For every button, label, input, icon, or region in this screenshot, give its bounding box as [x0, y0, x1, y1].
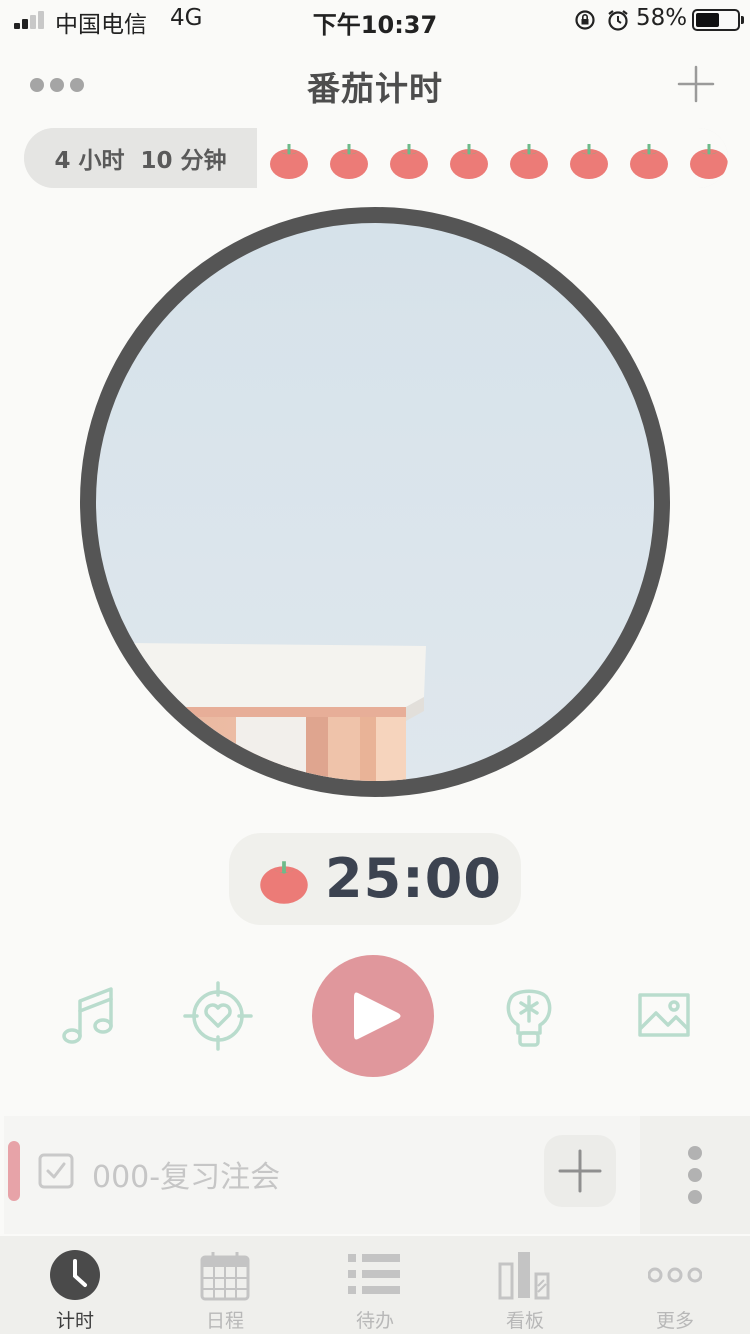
music-icon[interactable]	[56, 981, 126, 1051]
lock-rotation-alarm-icons	[575, 10, 628, 31]
task-color-marker	[8, 1141, 20, 1201]
tomato-icon	[630, 144, 668, 179]
battery-icon	[692, 9, 744, 31]
focus-target-icon[interactable]	[183, 981, 253, 1051]
tab-label: 更多	[655, 1310, 694, 1332]
building-photo	[126, 643, 426, 781]
tomato-icon	[260, 861, 308, 904]
tomato-icon	[390, 144, 428, 179]
tomato-icon	[330, 144, 368, 179]
play-icon	[354, 992, 401, 1040]
page-title: 番茄计时	[307, 69, 443, 108]
tab-label: 日程	[205, 1310, 244, 1332]
current-task-bar[interactable]: 000-复习注会	[4, 1116, 640, 1234]
timer-background-circle[interactable]	[80, 207, 670, 797]
tomato-icon	[570, 144, 608, 179]
more-dots-icon	[648, 1267, 702, 1283]
plus-icon[interactable]	[676, 64, 716, 104]
total-focus-time: 4 小时 10 分钟	[24, 128, 257, 188]
tab-board[interactable]: 看板	[450, 1236, 600, 1334]
add-task-button[interactable]	[544, 1135, 616, 1207]
tab-label: 待办	[355, 1310, 394, 1332]
countdown-time: 25:00	[325, 847, 502, 910]
tomato-icon	[270, 144, 308, 179]
calendar-icon	[200, 1252, 250, 1301]
tab-more[interactable]: 更多	[600, 1236, 750, 1334]
tab-label: 看板	[505, 1310, 544, 1332]
task-label[interactable]: 000-复习注会	[92, 1152, 280, 1196]
task-options-button[interactable]	[640, 1116, 750, 1234]
bar-chart-icon	[498, 1252, 550, 1300]
status-bar: 中国电信 4G 下午10:37 58%	[0, 0, 750, 40]
tab-bar: 计时 日程 待办 看板 更多	[0, 1236, 750, 1334]
navigation-bar: 番茄计时	[0, 44, 750, 124]
tomato-icon	[450, 144, 488, 179]
countdown-display[interactable]: 25:00	[229, 833, 521, 925]
play-button[interactable]	[312, 955, 434, 1077]
tomato-icon	[510, 144, 548, 179]
tab-todo[interactable]: 待办	[300, 1236, 450, 1334]
clock-icon	[50, 1250, 100, 1300]
plus-icon	[558, 1149, 602, 1193]
tab-timer[interactable]: 计时	[0, 1236, 150, 1334]
list-icon	[348, 1254, 400, 1294]
more-vertical-icon	[688, 1146, 702, 1160]
image-icon[interactable]	[630, 981, 700, 1051]
tomato-summary-strip[interactable]: 4 小时 10 分钟	[24, 128, 728, 188]
lightbulb-icon[interactable]	[494, 981, 564, 1051]
tab-label: 计时	[55, 1310, 94, 1332]
checkbox-icon[interactable]	[38, 1153, 74, 1189]
tomato-list	[257, 128, 728, 188]
battery-percent: 58%	[636, 5, 688, 31]
tab-schedule[interactable]: 日程	[150, 1236, 300, 1334]
tomato-icon	[690, 144, 728, 179]
